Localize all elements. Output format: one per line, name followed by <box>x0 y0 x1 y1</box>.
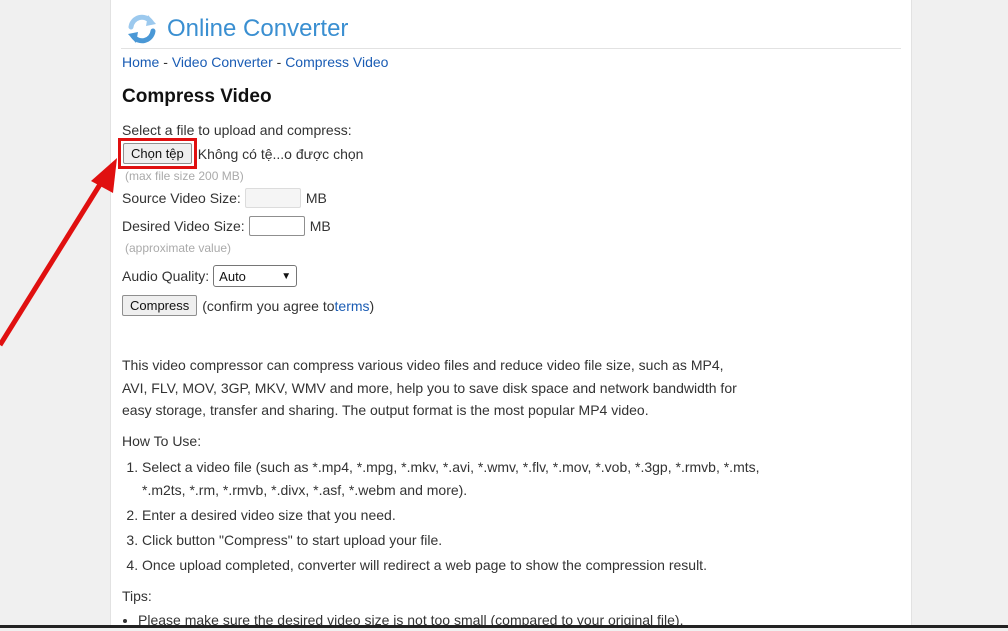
refresh-arrows-icon <box>128 14 156 44</box>
breadcrumb-home-link[interactable]: Home <box>122 54 159 70</box>
select-file-label: Select a file to upload and compress: <box>122 122 352 138</box>
page-container: Online Converter Home - Video Converter … <box>110 0 912 628</box>
breadcrumb-separator: - <box>159 54 172 70</box>
approximate-value-hint: (approximate value) <box>125 241 232 255</box>
confirm-suffix-text: ) <box>369 297 375 314</box>
how-to-steps: Select a video file (such as *.mp4, *.mp… <box>122 456 762 579</box>
source-size-row: Source Video Size: MB <box>122 188 327 208</box>
site-name[interactable]: Online Converter <box>167 15 348 43</box>
compress-row: Compress (confirm you agree to terms ) <box>122 295 374 316</box>
desired-size-row: Desired Video Size: MB <box>122 216 331 236</box>
breadcrumb-separator: - <box>272 54 286 70</box>
list-item: Click button "Compress" to start upload … <box>142 529 762 552</box>
desired-size-input[interactable] <box>248 216 305 236</box>
desired-size-unit: MB <box>309 218 331 234</box>
list-item: Enter a desired video size that you need… <box>142 504 762 527</box>
compress-button[interactable]: Compress <box>122 295 198 316</box>
tips-heading: Tips: <box>122 588 152 604</box>
terms-link[interactable]: terms <box>335 298 370 314</box>
audio-quality-select[interactable]: Auto ▼ <box>213 265 298 287</box>
how-to-heading: How To Use: <box>122 433 202 449</box>
desired-size-label: Desired Video Size: <box>122 218 245 234</box>
list-item: Select a video file (such as *.mp4, *.mp… <box>142 456 762 501</box>
audio-quality-value: Auto <box>219 268 246 284</box>
breadcrumb: Home - Video Converter - Compress Video <box>122 54 388 70</box>
select-file-row: Select a file to upload and compress: <box>122 122 352 138</box>
file-button-highlight: Chọn tệp <box>118 138 197 169</box>
source-size-label: Source Video Size: <box>122 190 241 206</box>
audio-quality-row: Audio Quality: Auto ▼ <box>122 265 298 287</box>
description-text: This video compressor can compress vario… <box>122 357 737 418</box>
breadcrumb-video-converter-link[interactable]: Video Converter <box>172 54 273 70</box>
source-size-unit: MB <box>305 190 327 206</box>
choose-file-button[interactable]: Chọn tệp <box>123 143 192 164</box>
site-header[interactable]: Online Converter <box>125 10 348 48</box>
file-status-text: Không có tệ...o được chọn <box>197 145 364 162</box>
confirm-prefix-text: (confirm you agree to <box>202 297 335 314</box>
chevron-down-icon: ▼ <box>281 270 292 282</box>
source-size-field <box>244 188 301 208</box>
file-input-row: Chọn tệp Không có tệ...o được chọn <box>118 138 364 169</box>
page-title: Compress Video <box>122 86 272 107</box>
breadcrumb-compress-video-link[interactable]: Compress Video <box>285 54 388 70</box>
audio-quality-label: Audio Quality: <box>122 268 210 284</box>
max-file-size-hint: (max file size 200 MB) <box>125 169 244 183</box>
list-item: Once upload completed, converter will re… <box>142 554 762 577</box>
header-divider <box>121 48 901 49</box>
